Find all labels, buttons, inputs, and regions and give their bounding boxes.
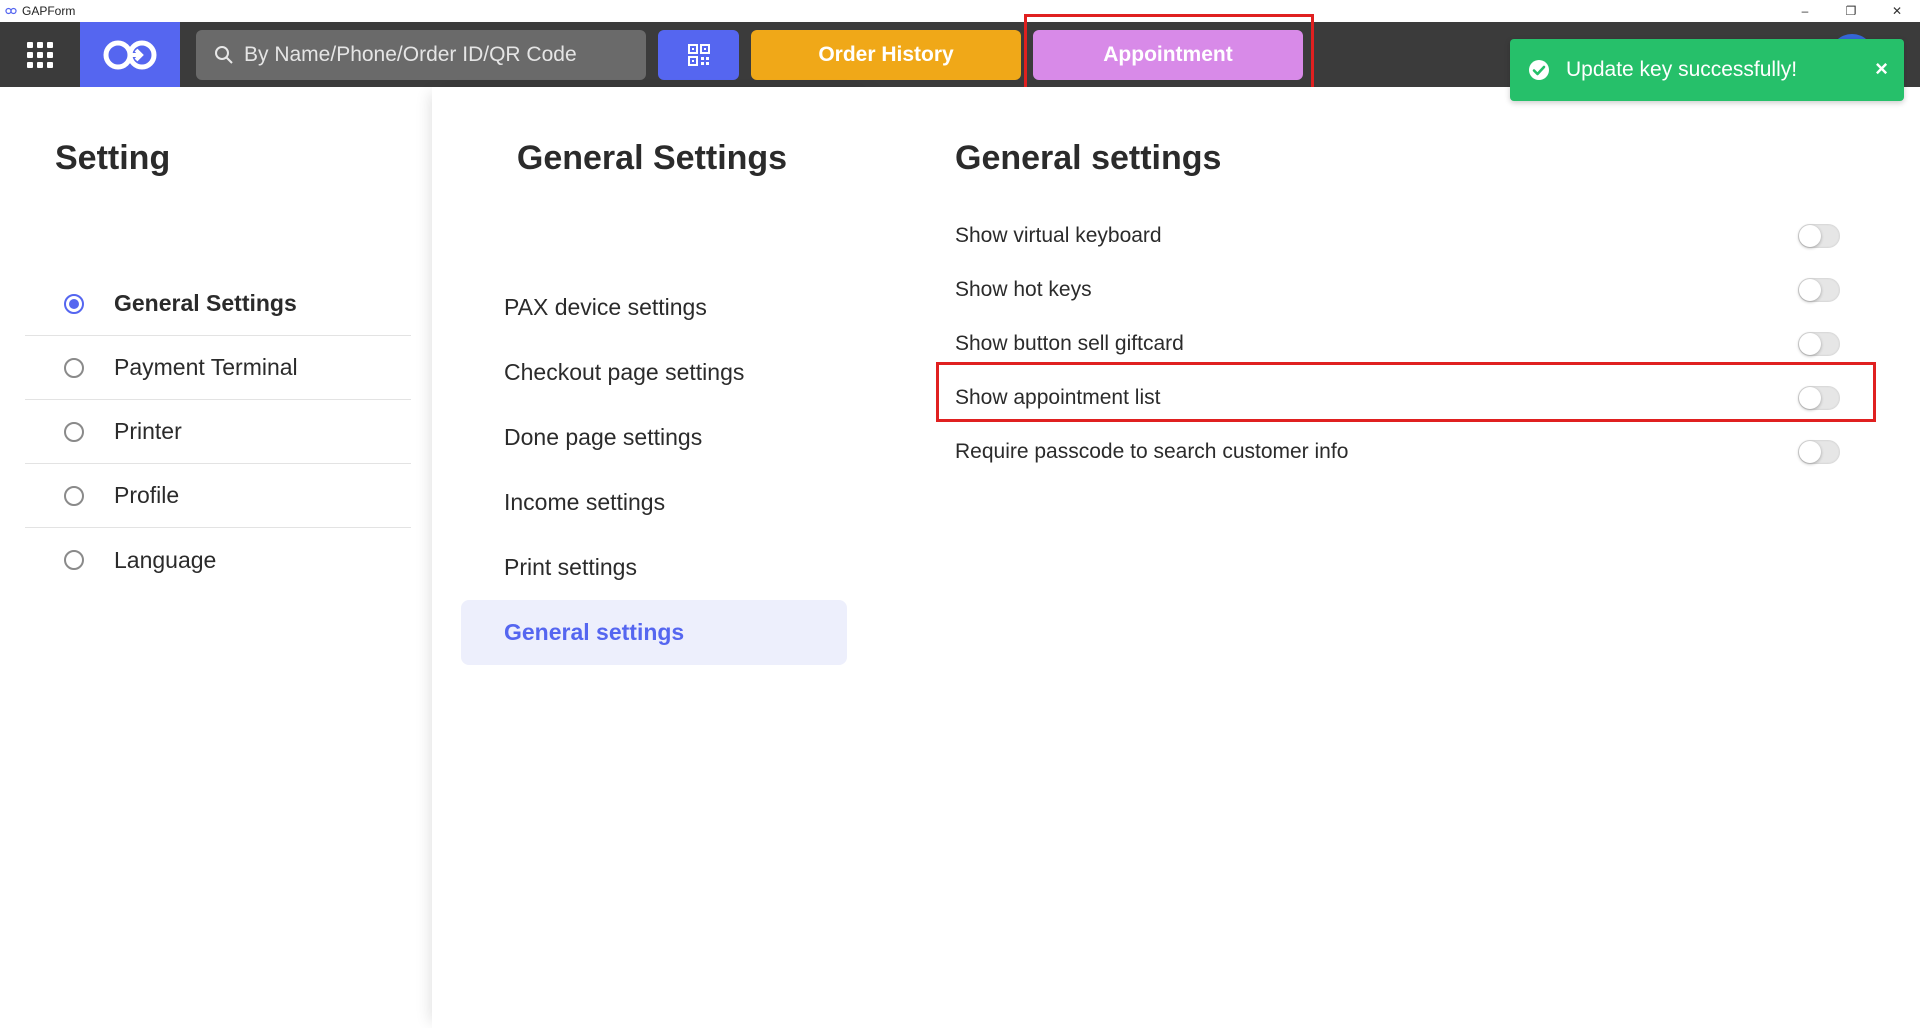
- subsetting-checkout-page[interactable]: Checkout page settings: [461, 340, 847, 405]
- setting-label: Show virtual keyboard: [955, 224, 1162, 247]
- category-label: Profile: [114, 482, 180, 508]
- window-titlebar: GAPForm – ❐ ✕: [0, 0, 1920, 22]
- sell-giftcard-toggle[interactable]: [1798, 332, 1840, 356]
- radio-icon[interactable]: [64, 485, 84, 506]
- setting-row-require-passcode: Require passcode to search customer info: [955, 425, 1840, 479]
- category-general-settings[interactable]: General Settings: [25, 272, 411, 336]
- minimize-button[interactable]: –: [1782, 0, 1828, 22]
- subsettings-panel: General Settings PAX device settings Che…: [432, 87, 872, 1028]
- subsettings-title: General Settings: [516, 139, 788, 177]
- category-language[interactable]: Language: [25, 528, 411, 592]
- appointment-button[interactable]: Appointment: [1033, 30, 1303, 80]
- setting-label: Show appointment list: [955, 386, 1161, 409]
- window-title: GAPForm: [22, 4, 76, 18]
- subsetting-print[interactable]: Print settings: [461, 535, 847, 600]
- general-settings-panel: General settings Show virtual keyboard S…: [872, 87, 1920, 1028]
- category-label: General Settings: [114, 290, 297, 316]
- subsetting-income[interactable]: Income settings: [461, 470, 847, 535]
- category-profile[interactable]: Profile: [25, 464, 411, 528]
- appointment-list-toggle[interactable]: [1798, 386, 1840, 410]
- category-printer[interactable]: Printer: [25, 400, 411, 464]
- search-input[interactable]: [242, 42, 622, 68]
- logo-icon: [103, 40, 157, 69]
- search-icon: [215, 46, 233, 64]
- check-circle-icon: [1529, 60, 1549, 80]
- panel-title: General settings: [955, 139, 1222, 177]
- radio-selected-icon[interactable]: [64, 293, 84, 314]
- qr-scan-button[interactable]: [658, 30, 739, 80]
- radio-icon[interactable]: [64, 550, 84, 570]
- setting-row-virtual-keyboard: Show virtual keyboard: [955, 209, 1840, 263]
- radio-icon[interactable]: [64, 357, 84, 378]
- setting-label: Show hot keys: [955, 278, 1092, 301]
- settings-toggle-list: Show virtual keyboard Show hot keys Show…: [955, 209, 1840, 479]
- toast-close-icon[interactable]: ×: [1875, 57, 1888, 81]
- category-label: Printer: [114, 418, 182, 444]
- settings-category-list: General Settings Payment Terminal Printe…: [25, 272, 411, 592]
- search-field[interactable]: [196, 30, 646, 80]
- qr-code-icon: [687, 44, 710, 66]
- order-history-button[interactable]: Order History: [751, 30, 1021, 80]
- setting-row-hot-keys: Show hot keys: [955, 263, 1840, 317]
- category-label: Payment Terminal: [114, 354, 298, 380]
- hot-keys-toggle[interactable]: [1798, 278, 1840, 302]
- category-label: Language: [114, 546, 217, 573]
- toast-message: Update key successfully!: [1566, 58, 1798, 81]
- subsetting-done-page[interactable]: Done page settings: [461, 405, 847, 470]
- virtual-keyboard-toggle[interactable]: [1798, 224, 1840, 248]
- apps-grid-icon[interactable]: [20, 42, 60, 68]
- subsetting-pax-device[interactable]: PAX device settings: [461, 275, 847, 340]
- restore-button[interactable]: ❐: [1828, 0, 1874, 22]
- settings-sidebar: Setting General Settings Payment Termina…: [0, 87, 432, 1028]
- success-toast: Update key successfully! ×: [1510, 39, 1904, 101]
- subsettings-list: PAX device settings Checkout page settin…: [461, 275, 847, 665]
- require-passcode-toggle[interactable]: [1798, 440, 1840, 464]
- setting-label: Show button sell giftcard: [955, 332, 1184, 355]
- setting-row-sell-giftcard: Show button sell giftcard: [955, 317, 1840, 371]
- app-logo-icon: [4, 4, 18, 18]
- setting-row-appointment-list: Show appointment list: [955, 371, 1840, 425]
- sidebar-title: Setting: [55, 139, 171, 177]
- close-window-button[interactable]: ✕: [1874, 0, 1920, 22]
- setting-label: Require passcode to search customer info: [955, 440, 1349, 463]
- radio-icon[interactable]: [64, 421, 84, 442]
- subsetting-general[interactable]: General settings: [461, 600, 847, 665]
- brand-logo[interactable]: [80, 22, 180, 87]
- category-payment-terminal[interactable]: Payment Terminal: [25, 336, 411, 400]
